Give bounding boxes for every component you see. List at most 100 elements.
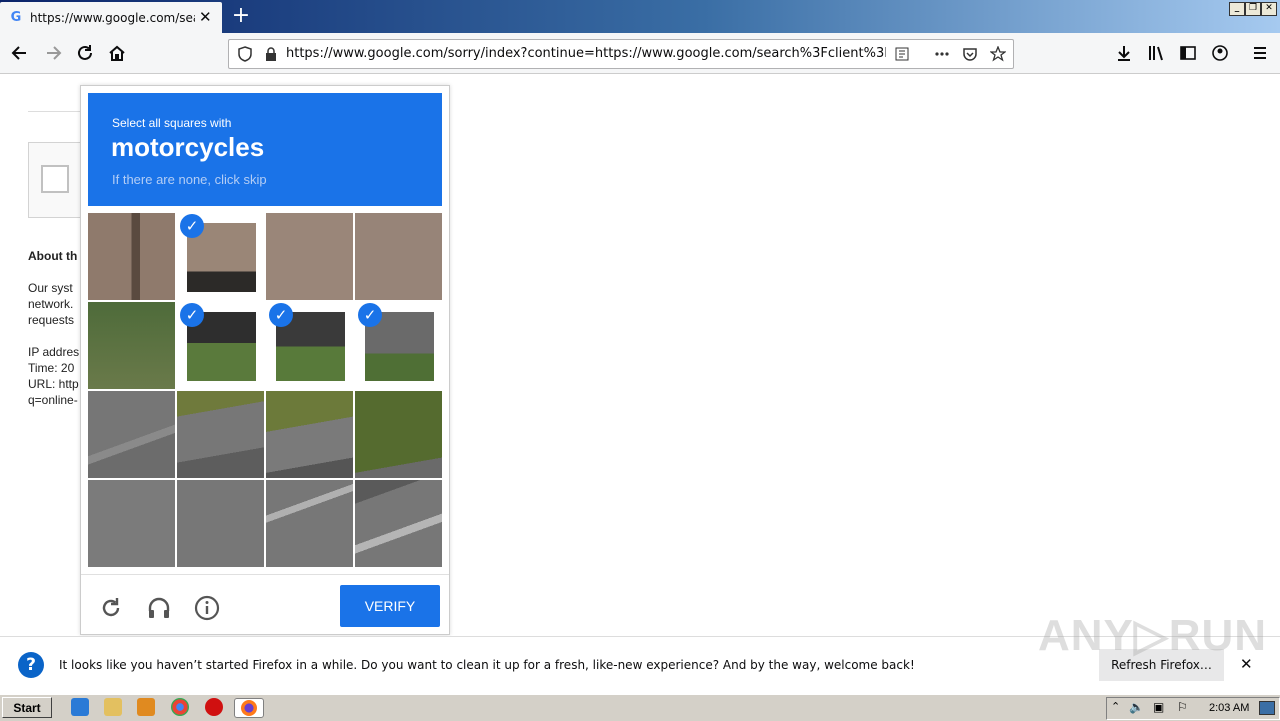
url-text: https://www.google.com/sorry/index?conti…: [286, 46, 886, 61]
show-desktop-icon[interactable]: [1259, 701, 1275, 715]
tile-image: [355, 480, 442, 567]
page-text-line: network.: [28, 297, 74, 311]
close-tab-icon[interactable]: ✕: [199, 8, 212, 26]
browser-tab[interactable]: G https://www.google.com/search?c ✕: [0, 2, 222, 33]
tile-image: [177, 480, 264, 567]
network-icon[interactable]: ▣: [1153, 700, 1164, 714]
chrome-icon[interactable]: [171, 698, 189, 716]
verify-button[interactable]: VERIFY: [340, 585, 440, 627]
reload-button[interactable]: [73, 41, 97, 65]
image-tile[interactable]: [88, 480, 175, 567]
image-tile[interactable]: [177, 480, 264, 567]
watermark: ANY▷RUN: [1038, 611, 1268, 660]
checkmark-icon: ✓: [358, 303, 382, 327]
media-player-icon[interactable]: [137, 698, 155, 716]
recaptcha-challenge: Select all squares with motorcycles If t…: [80, 85, 450, 635]
tile-image: [266, 213, 353, 300]
home-button[interactable]: [105, 41, 129, 65]
restore-button[interactable]: ❐: [1245, 2, 1261, 16]
tile-image: [266, 391, 353, 478]
back-arrow-icon: [11, 46, 26, 60]
sidebar-button[interactable]: [1176, 41, 1200, 65]
info-icon[interactable]: [194, 595, 220, 621]
download-icon: [1118, 46, 1130, 61]
page-text-line: URL: http: [28, 377, 79, 391]
google-favicon-icon: G: [10, 10, 22, 25]
downloads-button[interactable]: [1112, 41, 1136, 65]
tile-image: [355, 391, 442, 478]
image-tile[interactable]: [355, 480, 442, 567]
page-text-line: Time: 20: [28, 361, 75, 375]
account-button[interactable]: [1208, 41, 1232, 65]
tile-image: [88, 480, 175, 567]
start-button[interactable]: Start: [2, 697, 52, 718]
show-hidden-icons-icon[interactable]: ⌃: [1111, 700, 1120, 713]
new-tab-button[interactable]: +: [230, 3, 252, 29]
tile-image: [355, 213, 442, 300]
reader-view-icon[interactable]: [894, 46, 910, 62]
url-bar[interactable]: https://www.google.com/sorry/index?conti…: [228, 39, 1014, 69]
forward-button[interactable]: [41, 41, 65, 65]
recaptcha-checkbox[interactable]: [41, 165, 69, 193]
pocket-icon[interactable]: [962, 46, 978, 62]
checkmark-icon: ✓: [269, 303, 293, 327]
headphones-icon[interactable]: [146, 595, 172, 621]
forward-arrow-icon: [47, 46, 62, 60]
close-window-button[interactable]: ✕: [1261, 2, 1277, 16]
start-label: Start: [13, 700, 41, 715]
clock[interactable]: 2:03 AM: [1209, 702, 1249, 714]
instruction-top: Select all squares with: [112, 116, 232, 130]
tile-image: [88, 302, 175, 389]
image-tile[interactable]: [266, 391, 353, 478]
image-tile[interactable]: [88, 302, 175, 389]
firefox-icon: [241, 700, 257, 716]
reload-icon: [78, 45, 92, 60]
title-bar: G https://www.google.com/search?c ✕ + _ …: [0, 0, 1280, 33]
volume-icon[interactable]: 🔈: [1129, 700, 1144, 714]
notification-message: It looks like you haven’t started Firefo…: [59, 658, 915, 672]
page-text-line: q=online-: [28, 393, 78, 407]
lock-icon[interactable]: [263, 46, 279, 62]
tile-image: [88, 391, 175, 478]
internet-explorer-icon[interactable]: [71, 698, 89, 716]
more-actions-icon[interactable]: [934, 46, 950, 62]
navigation-toolbar: https://www.google.com/sorry/index?conti…: [0, 33, 1280, 74]
action-center-flag-icon[interactable]: ⚐: [1177, 700, 1188, 714]
bookmark-star-icon[interactable]: [990, 46, 1006, 62]
image-tile[interactable]: [266, 480, 353, 567]
challenge-footer: VERIFY: [81, 574, 449, 635]
tile-image: [266, 480, 353, 567]
file-explorer-icon[interactable]: [104, 698, 122, 716]
library-button[interactable]: [1144, 41, 1168, 65]
image-tile[interactable]: [355, 391, 442, 478]
taskbar: Start ⌃ 🔈 ▣ ⚐ 2:03 AM: [0, 694, 1280, 721]
checkmark-icon: ✓: [180, 303, 204, 327]
image-tile[interactable]: [266, 213, 353, 300]
shield-icon[interactable]: [237, 46, 253, 62]
firefox-taskbar-button[interactable]: [234, 698, 264, 718]
image-tile[interactable]: [177, 391, 264, 478]
question-icon: ?: [18, 652, 44, 678]
challenge-target: motorcycles: [111, 132, 265, 162]
image-tile[interactable]: [88, 391, 175, 478]
tab-title: https://www.google.com/search?c: [30, 11, 195, 25]
reload-challenge-icon[interactable]: [98, 595, 124, 621]
account-icon: [1212, 45, 1228, 61]
checkmark-icon: ✓: [180, 214, 204, 238]
hamburger-menu-icon: [1254, 47, 1266, 59]
back-button[interactable]: [8, 41, 32, 65]
minimize-button[interactable]: _: [1229, 2, 1245, 16]
home-icon: [109, 45, 125, 61]
page-heading: About th: [28, 249, 78, 263]
tile-image: [88, 213, 175, 300]
page-text-line: requests: [28, 313, 75, 327]
image-tile[interactable]: [355, 213, 442, 300]
image-tile[interactable]: [88, 213, 175, 300]
opera-icon[interactable]: [205, 698, 223, 716]
menu-button[interactable]: [1248, 41, 1272, 65]
sidebar-icon: [1180, 46, 1196, 60]
page-text-line: IP addres: [28, 345, 80, 359]
challenge-header: Select all squares with motorcycles If t…: [88, 93, 442, 206]
system-tray: ⌃ 🔈 ▣ ⚐ 2:03 AM: [1106, 697, 1280, 720]
page-divider: [28, 111, 88, 112]
